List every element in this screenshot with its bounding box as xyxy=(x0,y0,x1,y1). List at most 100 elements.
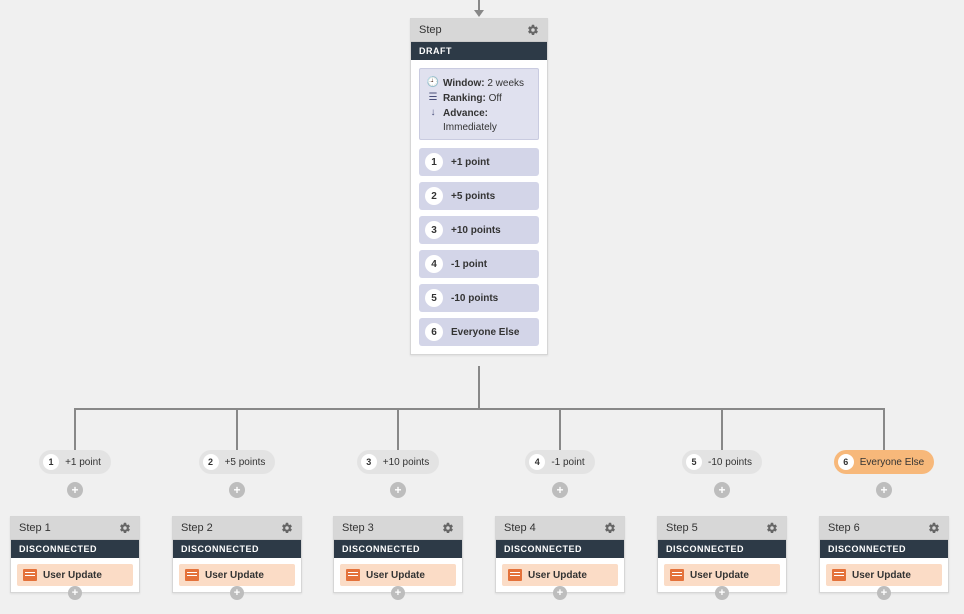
child-step-title: Step 5 xyxy=(666,522,698,534)
action-row[interactable]: User Update xyxy=(502,564,618,586)
main-step-header: Step xyxy=(411,19,547,42)
branch-number: 3 xyxy=(361,454,377,470)
action-label: User Update xyxy=(366,570,425,581)
entry-arrow xyxy=(478,0,480,12)
gear-icon[interactable] xyxy=(527,24,539,36)
branch-option[interactable]: 4-1 point xyxy=(419,250,539,278)
add-step-button[interactable]: + xyxy=(553,586,567,600)
list-icon: ☰ xyxy=(428,92,438,102)
child-step-header: Step 5 xyxy=(658,517,786,540)
option-number: 3 xyxy=(425,221,443,239)
main-step-card[interactable]: Step DRAFT 🕘 Window: 2 weeks ☰ Ranking: … xyxy=(410,18,548,355)
child-step-card[interactable]: Step 3DISCONNECTEDUser Update+ xyxy=(333,516,463,593)
option-label: Everyone Else xyxy=(451,327,519,338)
branch-option[interactable]: 5-10 points xyxy=(419,284,539,312)
branch: 2+5 points + xyxy=(172,408,302,498)
branch-line xyxy=(883,408,885,450)
child-step-title: Step 3 xyxy=(342,522,374,534)
branch-pill[interactable]: 4 -1 point xyxy=(525,450,594,474)
option-label: +5 points xyxy=(451,191,495,202)
gear-icon[interactable] xyxy=(281,522,293,534)
action-label: User Update xyxy=(205,570,264,581)
add-step-button[interactable]: + xyxy=(230,586,244,600)
child-step-card[interactable]: Step 1DISCONNECTEDUser Update+ xyxy=(10,516,140,593)
gear-icon[interactable] xyxy=(766,522,778,534)
branch-pill[interactable]: 1+1 point xyxy=(39,450,111,474)
connector-vertical xyxy=(478,366,480,408)
action-label: User Update xyxy=(528,570,587,581)
child-step-header: Step 6 xyxy=(820,517,948,540)
child-step-title: Step 1 xyxy=(19,522,51,534)
action-row[interactable]: User Update xyxy=(826,564,942,586)
child-step-title: Step 4 xyxy=(504,522,536,534)
branch-number: 6 xyxy=(838,454,854,470)
branch-option[interactable]: 1 +1 point xyxy=(419,148,539,176)
action-label: User Update xyxy=(690,570,749,581)
branch: 4 -1 point + xyxy=(495,408,625,498)
main-step-status: DRAFT xyxy=(411,42,547,60)
option-label: -10 points xyxy=(451,293,498,304)
branch: 5 -10 points + xyxy=(657,408,787,498)
user-update-icon xyxy=(832,569,846,581)
branch-pill[interactable]: 3+10 points xyxy=(357,450,439,474)
advance-value: Immediately xyxy=(443,122,530,133)
action-row[interactable]: User Update xyxy=(664,564,780,586)
add-step-button[interactable]: + xyxy=(68,586,82,600)
add-step-button[interactable]: + xyxy=(715,586,729,600)
child-step-status: DISCONNECTED xyxy=(173,540,301,558)
option-number: 1 xyxy=(425,153,443,171)
branch-line xyxy=(74,408,76,450)
action-row[interactable]: User Update xyxy=(17,564,133,586)
branch-option[interactable]: 2 +5 points xyxy=(419,182,539,210)
child-step-card[interactable]: Step 2DISCONNECTEDUser Update+ xyxy=(172,516,302,593)
gear-icon[interactable] xyxy=(604,522,616,534)
branch-label: -1 point xyxy=(551,457,584,468)
branch-number: 2 xyxy=(203,454,219,470)
branch-pill[interactable]: 6Everyone Else xyxy=(834,450,934,474)
action-row[interactable]: User Update xyxy=(340,564,456,586)
option-number: 2 xyxy=(425,187,443,205)
branch-line xyxy=(397,408,399,450)
user-update-icon xyxy=(508,569,522,581)
action-row[interactable]: User Update xyxy=(179,564,295,586)
branch-number: 5 xyxy=(686,454,702,470)
option-label: +10 points xyxy=(451,225,501,236)
branch-number: 4 xyxy=(529,454,545,470)
branch: 3+10 points + xyxy=(333,408,463,498)
user-update-icon xyxy=(23,569,37,581)
option-number: 4 xyxy=(425,255,443,273)
branch-label: -10 points xyxy=(708,457,752,468)
gear-icon[interactable] xyxy=(928,522,940,534)
add-step-button[interactable]: + xyxy=(391,586,405,600)
child-step-card[interactable]: Step 6DISCONNECTEDUser Update+ xyxy=(819,516,949,593)
child-step-status: DISCONNECTED xyxy=(496,540,624,558)
child-step-status: DISCONNECTED xyxy=(658,540,786,558)
child-step-title: Step 2 xyxy=(181,522,213,534)
add-step-button[interactable]: + xyxy=(552,482,568,498)
branch-line xyxy=(236,408,238,450)
step-meta-box: 🕘 Window: 2 weeks ☰ Ranking: Off ↓ Advan… xyxy=(419,68,539,140)
add-step-button[interactable]: + xyxy=(877,586,891,600)
add-step-button[interactable]: + xyxy=(390,482,406,498)
child-step-card[interactable]: Step 4DISCONNECTEDUser Update+ xyxy=(495,516,625,593)
gear-icon[interactable] xyxy=(119,522,131,534)
add-step-button[interactable]: + xyxy=(67,482,83,498)
add-step-button[interactable]: + xyxy=(714,482,730,498)
action-label: User Update xyxy=(852,570,911,581)
gear-icon[interactable] xyxy=(442,522,454,534)
branch-option[interactable]: 3 +10 points xyxy=(419,216,539,244)
child-step-status: DISCONNECTED xyxy=(11,540,139,558)
workflow-canvas[interactable]: Step DRAFT 🕘 Window: 2 weeks ☰ Ranking: … xyxy=(0,0,964,614)
add-step-button[interactable]: + xyxy=(876,482,892,498)
add-step-button[interactable]: + xyxy=(229,482,245,498)
user-update-icon xyxy=(185,569,199,581)
main-step-title: Step xyxy=(419,24,442,36)
branch-pill[interactable]: 2+5 points xyxy=(199,450,276,474)
branch-pill[interactable]: 5 -10 points xyxy=(682,450,762,474)
child-step-card[interactable]: Step 5DISCONNECTEDUser Update+ xyxy=(657,516,787,593)
branch-option[interactable]: 6Everyone Else xyxy=(419,318,539,346)
branch-line xyxy=(559,408,561,450)
clock-icon: 🕘 xyxy=(428,77,438,87)
branch: 6Everyone Else + xyxy=(819,408,949,498)
option-label: +1 point xyxy=(451,157,490,168)
